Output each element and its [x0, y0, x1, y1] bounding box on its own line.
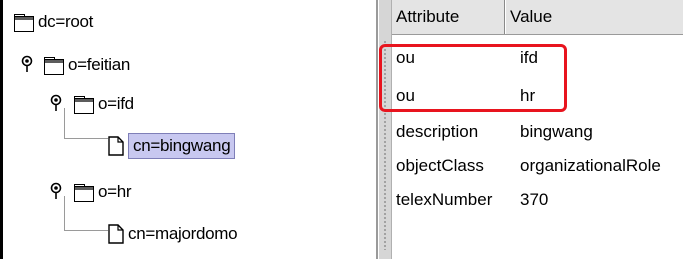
tree-node-label: cn=bingwang [128, 133, 236, 159]
document-icon [108, 136, 124, 156]
table-header: Attribute Value [392, 0, 683, 35]
tree-node-root[interactable]: dc=root [14, 8, 93, 36]
tree-node-bingwang[interactable]: cn=bingwang [108, 132, 236, 160]
tree-node-majordomo[interactable]: cn=majordomo [108, 220, 238, 248]
tree-connector [64, 108, 65, 138]
tree-node-label: o=ifd [98, 94, 134, 113]
tree-node-label: o=feitian [68, 55, 131, 74]
folder-icon [44, 57, 64, 75]
table-row[interactable]: description bingwang [392, 118, 683, 146]
column-header-value[interactable]: Value [505, 0, 680, 34]
highlight-box [379, 44, 567, 112]
tree-node-label: dc=root [38, 12, 94, 31]
value-cell: organizationalRole [520, 156, 661, 175]
directory-tree: dc=root o=feitian o=ifd cn=bingwang o=hr… [0, 0, 360, 259]
tree-node-feitian[interactable]: o=feitian [44, 51, 130, 79]
value-cell: bingwang [520, 122, 593, 141]
attribute-cell: description [396, 122, 479, 141]
attribute-panel: Attribute Value ou ifd ou hr description… [376, 0, 683, 259]
expand-handle-icon[interactable] [49, 94, 63, 112]
folder-icon [74, 96, 94, 114]
tree-node-label: o=hr [98, 182, 132, 201]
tree-connector [64, 196, 65, 230]
tree-node-hr[interactable]: o=hr [74, 178, 132, 206]
tree-connector [64, 230, 108, 231]
table-row[interactable]: telexNumber 370 [392, 186, 683, 214]
attribute-cell: objectClass [396, 156, 484, 175]
panel-splitter[interactable] [379, 0, 392, 259]
tree-node-label: cn=majordomo [128, 224, 238, 243]
tree-node-ifd[interactable]: o=ifd [74, 90, 134, 118]
folder-icon [74, 184, 94, 202]
document-icon [108, 224, 124, 244]
value-cell: 370 [520, 190, 549, 209]
tree-connector [64, 138, 108, 139]
expand-handle-icon[interactable] [49, 182, 63, 200]
column-header-attribute[interactable]: Attribute [392, 0, 505, 34]
folder-icon [14, 14, 34, 32]
panel-divider [376, 0, 378, 259]
expand-handle-icon[interactable] [20, 55, 34, 73]
table-row[interactable]: objectClass organizationalRole [392, 152, 683, 180]
attribute-cell: telexNumber [396, 190, 493, 209]
